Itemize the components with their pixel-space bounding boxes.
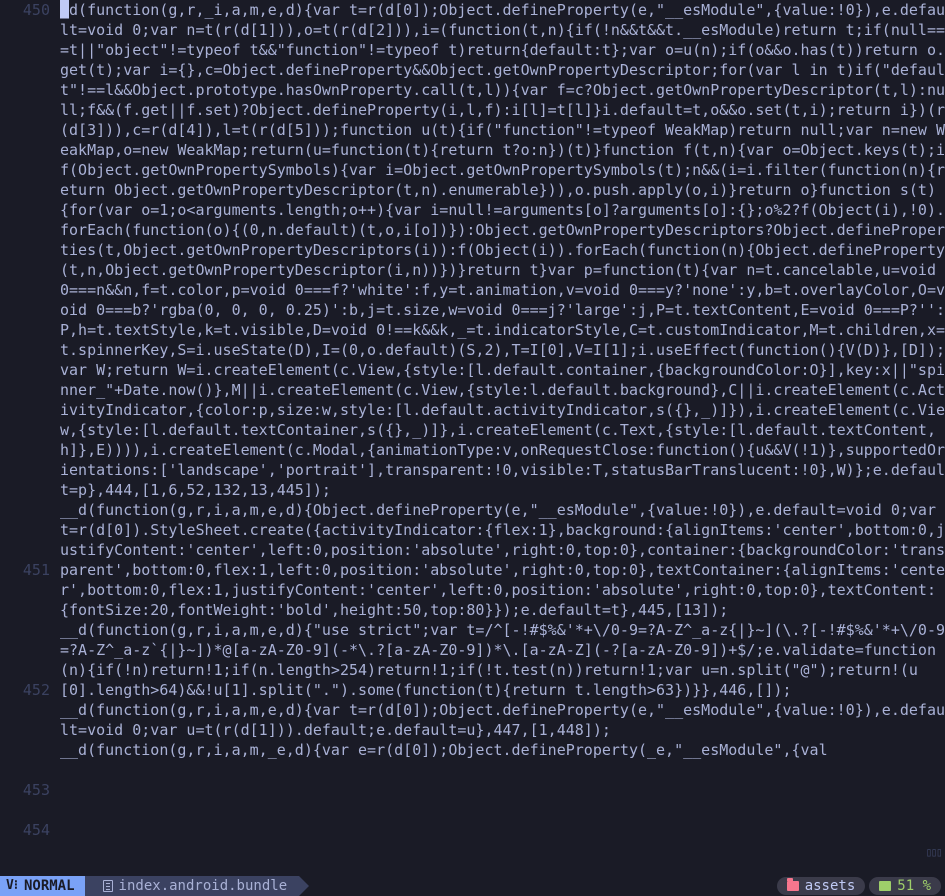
line-number <box>0 440 50 460</box>
statusbar: V⁝ NORMAL index.android.bundle assets 51… <box>0 876 945 896</box>
line-number <box>0 120 50 140</box>
line-number: 451 <box>0 560 50 580</box>
editor-viewport: 450 451 452 453 454 _d(function(g,r,_i,a,m,e… <box>0 0 945 876</box>
line-number <box>0 480 50 500</box>
line-number <box>0 240 50 260</box>
line-number <box>0 720 50 740</box>
line-number <box>0 340 50 360</box>
line-number <box>0 660 50 680</box>
file-icon <box>103 880 113 892</box>
line-number: 452 <box>0 680 50 700</box>
cursor <box>60 0 69 18</box>
line-number <box>0 300 50 320</box>
scroll-indicator: ▯▯▯ <box>915 842 945 856</box>
line-number: 453 <box>0 780 50 800</box>
line-number <box>0 540 50 560</box>
code-line[interactable]: __d(function(g,r,i,a,m,e,d){"use strict"… <box>60 621 945 699</box>
mode-indicator: V⁝ NORMAL <box>0 876 85 896</box>
statusbar-right: assets 51 % <box>777 876 945 896</box>
line-number <box>0 280 50 300</box>
line-number <box>0 600 50 620</box>
line-number <box>0 100 50 120</box>
line-number: 450 <box>0 0 50 20</box>
line-number <box>0 40 50 60</box>
code-area[interactable]: _d(function(g,r,_i,a,m,e,d){var t=r(d[0]… <box>60 0 945 876</box>
filename-segment: index.android.bundle <box>85 876 300 896</box>
line-number <box>0 160 50 180</box>
line-number <box>0 260 50 280</box>
line-number <box>0 800 50 820</box>
line-number <box>0 360 50 380</box>
code-line[interactable]: __d(function(g,r,i,a,m,e,d){Object.defin… <box>60 501 945 619</box>
mode-text: NORMAL <box>24 876 75 896</box>
line-number <box>0 400 50 420</box>
line-number <box>0 620 50 640</box>
line-number <box>0 460 50 480</box>
line-number <box>0 500 50 520</box>
line-number <box>0 80 50 100</box>
code-line[interactable]: __d(function(g,r,i,a,m,e,d){var t=r(d[0]… <box>60 701 945 739</box>
line-number <box>0 220 50 240</box>
folder-icon <box>787 881 799 891</box>
folder-badge: assets <box>777 877 866 895</box>
line-number <box>0 420 50 440</box>
line-number-gutter: 450 451 452 453 454 <box>0 0 56 876</box>
line-number <box>0 580 50 600</box>
line-number <box>0 60 50 80</box>
statusbar-spacer <box>299 876 777 896</box>
line-number <box>0 200 50 220</box>
line-number <box>0 180 50 200</box>
progress-icon <box>879 881 891 891</box>
folder-name: assets <box>805 876 856 896</box>
vim-icon: V⁝ <box>6 876 18 896</box>
code-line[interactable]: __d(function(g,r,i,a,m,_e,d){var e=r(d[0… <box>60 741 828 759</box>
percent-text: 51 % <box>897 876 931 896</box>
line-number <box>0 520 50 540</box>
line-number <box>0 140 50 160</box>
line-number <box>0 20 50 40</box>
line-number <box>0 760 50 780</box>
line-number: 454 <box>0 820 50 840</box>
scroll-percent-badge: 51 % <box>869 877 941 895</box>
line-number <box>0 640 50 660</box>
line-number <box>0 380 50 400</box>
line-number <box>0 320 50 340</box>
filename-text: index.android.bundle <box>119 876 288 896</box>
line-number <box>0 740 50 760</box>
line-number <box>0 700 50 720</box>
code-line[interactable]: _d(function(g,r,_i,a,m,e,d){var t=r(d[0]… <box>60 1 945 499</box>
